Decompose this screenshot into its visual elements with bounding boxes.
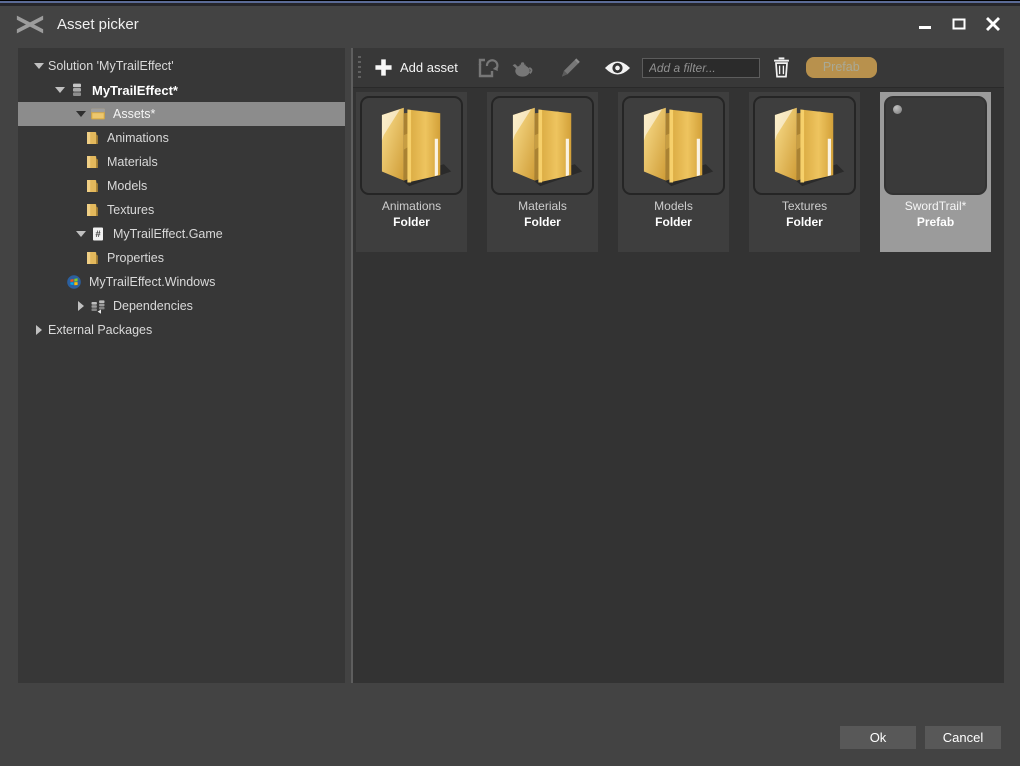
stride-logo-icon — [14, 14, 46, 35]
tree-item-label: Models — [107, 179, 147, 193]
folder-icon — [84, 154, 101, 170]
chevron-right-icon[interactable] — [30, 318, 48, 342]
tree-item-label: MyTrailEffect* — [92, 83, 178, 98]
plus-icon — [374, 58, 393, 77]
tree-item-label: Textures — [107, 203, 154, 217]
tree-item-dependencies[interactable]: Dependencies — [18, 294, 345, 318]
asset-tile-swordtrail[interactable]: SwordTrail* Prefab — [880, 92, 991, 252]
add-asset-label: Add asset — [400, 60, 458, 75]
tile-name: Models — [618, 199, 729, 214]
tile-thumbnail — [753, 96, 856, 195]
gold-folder-icon — [764, 102, 846, 190]
folder-icon — [84, 250, 101, 266]
prefab-preview-dot — [893, 105, 902, 114]
close-button[interactable] — [976, 11, 1010, 37]
tree-item-external-packages[interactable]: External Packages — [18, 318, 345, 342]
toolbar-grip-handle[interactable] — [358, 56, 361, 80]
windows-icon — [66, 274, 83, 290]
panel-splitter[interactable] — [345, 48, 353, 683]
tile-thumbnail — [360, 96, 463, 195]
folder-icon — [84, 178, 101, 194]
folder-open-icon — [90, 106, 107, 122]
tree-item-windows-project[interactable]: MyTrailEffect.Windows — [18, 270, 345, 294]
filter-tag-prefab[interactable]: Prefab — [806, 57, 877, 78]
asset-tile-textures[interactable]: Textures Folder — [749, 92, 860, 252]
tile-name: SwordTrail* — [880, 199, 991, 214]
eye-icon — [604, 59, 631, 77]
tree-item-label: MyTrailEffect.Game — [113, 227, 223, 241]
solution-tree-panel: Solution 'MyTrailEffect' MyTrailEffect* … — [18, 48, 345, 683]
filter-input[interactable] — [642, 58, 760, 78]
import-icon — [476, 56, 500, 80]
tree-item-label: Properties — [107, 251, 164, 265]
import-asset-button[interactable] — [471, 52, 505, 84]
delete-filter-button[interactable] — [767, 52, 796, 84]
chevron-down-icon[interactable] — [72, 102, 90, 126]
asset-grid: Animations Folder Materials Folder Model… — [353, 89, 1004, 683]
tile-thumbnail — [622, 96, 725, 195]
pencil-icon — [558, 56, 582, 80]
chevron-down-icon[interactable] — [72, 222, 90, 246]
maximize-button[interactable] — [942, 11, 976, 37]
tile-thumbnail — [491, 96, 594, 195]
tree-item-label: Dependencies — [113, 299, 193, 313]
tree-item-assets[interactable]: Assets* — [18, 102, 345, 126]
package-icon — [69, 82, 86, 98]
gold-folder-icon — [371, 102, 453, 190]
tile-type: Folder — [749, 214, 860, 230]
window-title: Asset picker — [57, 16, 139, 33]
titlebar: Asset picker — [0, 6, 1020, 42]
folder-icon — [84, 202, 101, 218]
tree-item-animations[interactable]: Animations — [18, 126, 345, 150]
teapot-icon — [510, 56, 534, 80]
tree-item-models[interactable]: Models — [18, 174, 345, 198]
tree-item-label: Animations — [107, 131, 169, 145]
tile-name: Materials — [487, 199, 598, 214]
asset-tile-materials[interactable]: Materials Folder — [487, 92, 598, 252]
add-asset-button[interactable]: Add asset — [369, 52, 463, 84]
view-options-button[interactable] — [599, 52, 636, 84]
asset-toolbar: Add asset Prefab — [353, 48, 1004, 88]
tile-type: Prefab — [880, 214, 991, 230]
cancel-button[interactable]: Cancel — [925, 726, 1001, 749]
tree-item-label: MyTrailEffect.Windows — [89, 275, 215, 289]
chevron-down-icon[interactable] — [51, 78, 69, 102]
ok-button[interactable]: Ok — [840, 726, 916, 749]
tile-type: Folder — [356, 214, 467, 230]
tile-name: Animations — [356, 199, 467, 214]
sample-assets-button[interactable] — [505, 52, 539, 84]
tile-name: Textures — [749, 199, 860, 214]
csharp-project-icon — [90, 226, 107, 242]
tree-item-materials[interactable]: Materials — [18, 150, 345, 174]
chevron-down-icon[interactable] — [30, 54, 48, 78]
edit-asset-button[interactable] — [553, 52, 587, 84]
tree-item-label: Assets* — [113, 107, 155, 121]
chevron-right-icon[interactable] — [72, 294, 90, 318]
tree-item-package[interactable]: MyTrailEffect* — [18, 78, 345, 102]
tile-type: Folder — [618, 214, 729, 230]
tree-item-properties[interactable]: Properties — [18, 246, 345, 270]
minimize-button[interactable] — [908, 11, 942, 37]
tree-item-game-project[interactable]: MyTrailEffect.Game — [18, 222, 345, 246]
tree-item-label: Solution 'MyTrailEffect' — [48, 59, 174, 73]
tree-item-solution[interactable]: Solution 'MyTrailEffect' — [18, 54, 345, 78]
gold-folder-icon — [633, 102, 715, 190]
tree-item-textures[interactable]: Textures — [18, 198, 345, 222]
dependencies-icon — [90, 298, 107, 314]
asset-tile-animations[interactable]: Animations Folder — [356, 92, 467, 252]
tile-thumbnail — [884, 96, 987, 195]
asset-panel: Add asset Prefab Animations Folder — [353, 48, 1004, 683]
asset-tile-models[interactable]: Models Folder — [618, 92, 729, 252]
tree-item-label: Materials — [107, 155, 158, 169]
tile-type: Folder — [487, 214, 598, 230]
folder-icon — [84, 130, 101, 146]
trash-icon — [772, 56, 791, 79]
tree-item-label: External Packages — [48, 323, 152, 337]
dialog-footer: Ok Cancel — [840, 726, 1001, 749]
gold-folder-icon — [502, 102, 584, 190]
